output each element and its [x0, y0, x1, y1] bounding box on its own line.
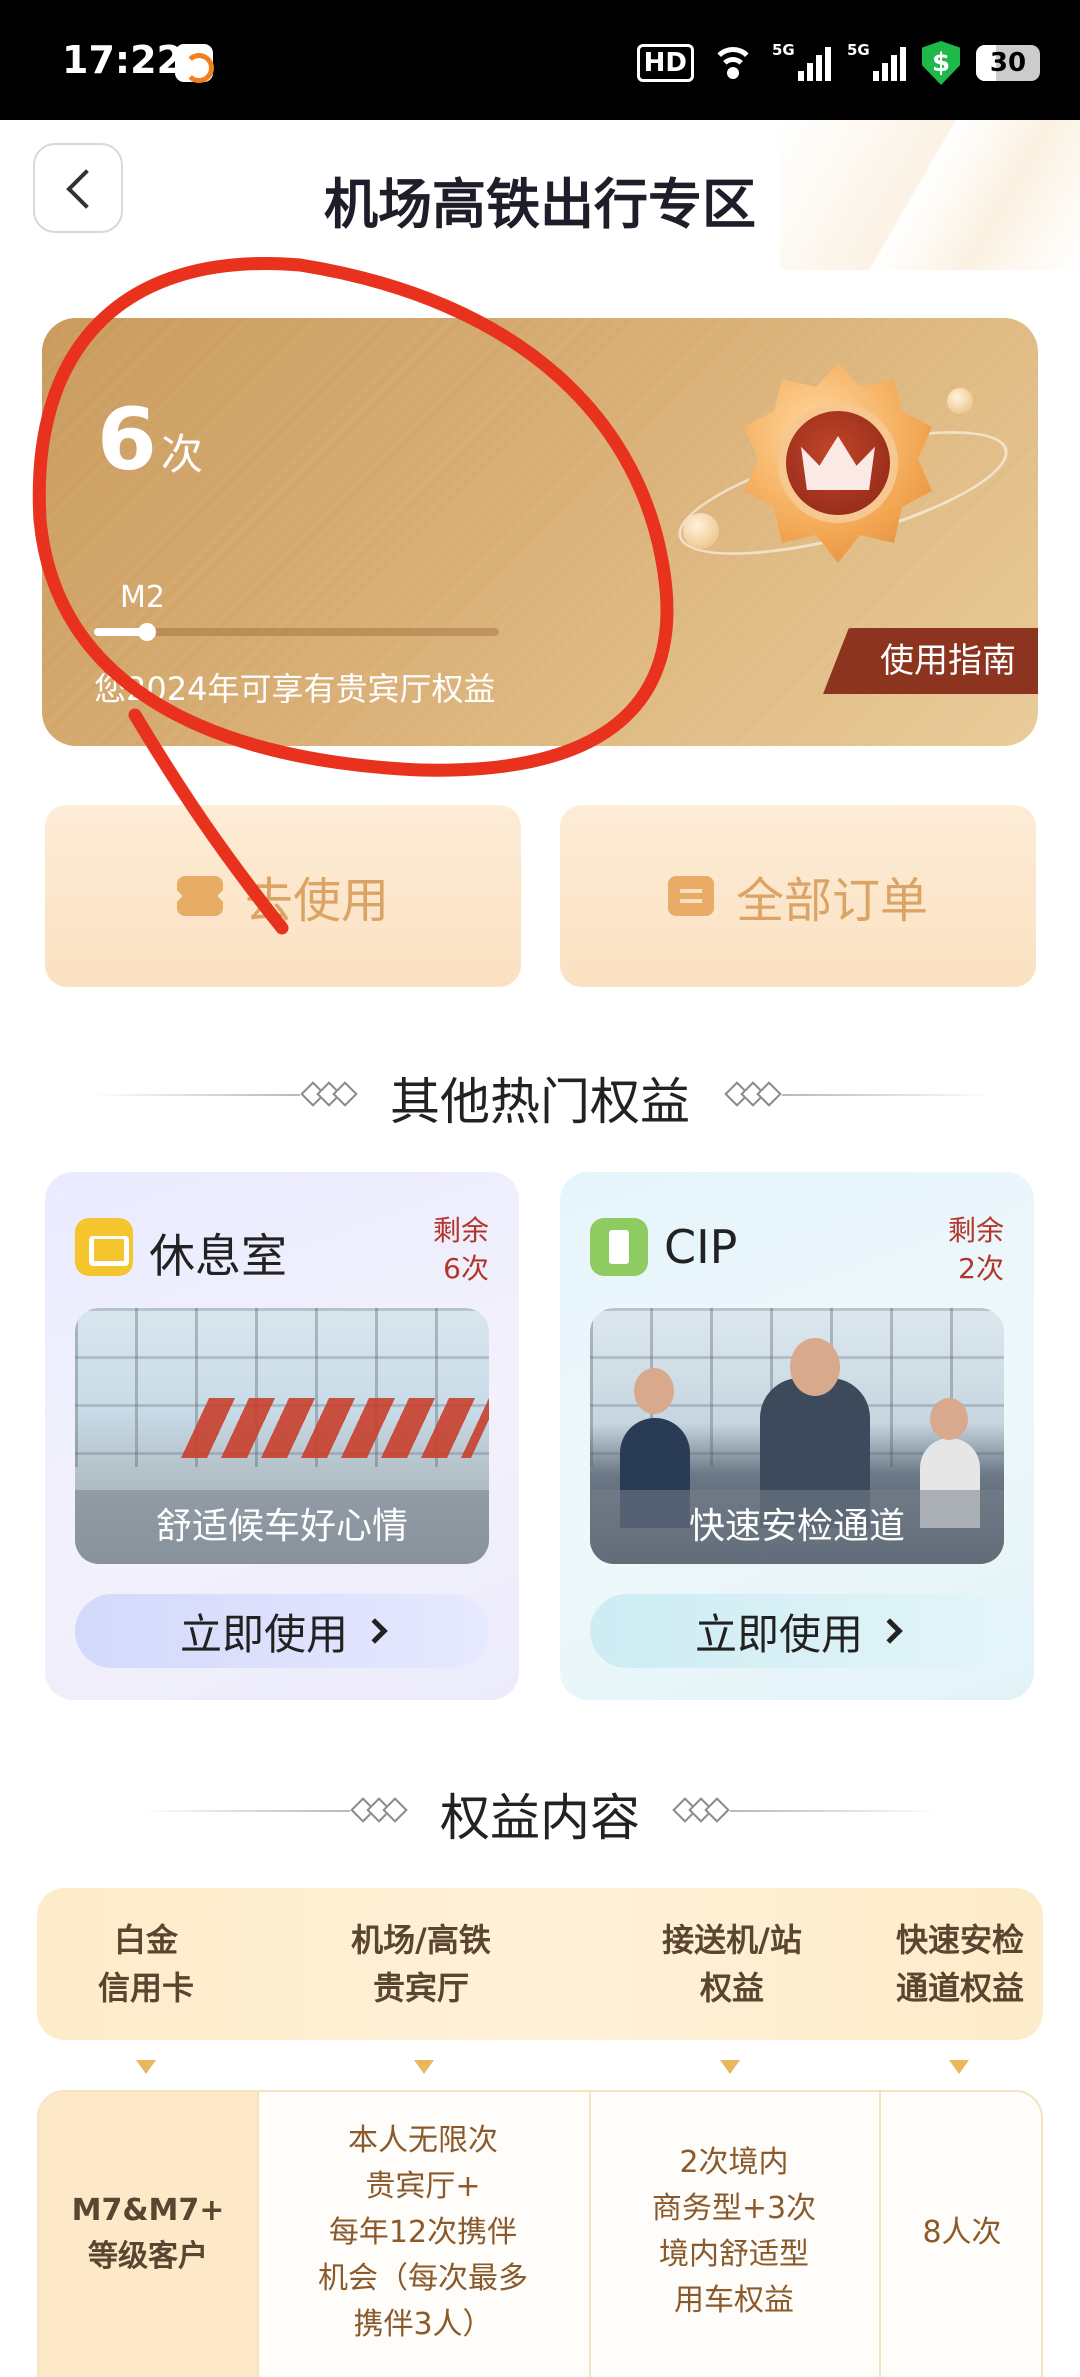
membership-card: 6次 M2 您2024年可享有贵宾厅权益 使用指南: [42, 318, 1038, 746]
all-orders-label: 全部订单: [735, 873, 928, 929]
column-header: 白金 信用卡: [97, 1921, 194, 2007]
card-description: 您2024年可享有贵宾厅权益: [94, 670, 496, 708]
chevron-right-icon: [877, 1618, 903, 1644]
app-notification-icon: [175, 44, 214, 83]
remaining-count: 6次: [97, 390, 203, 490]
remaining-badge: 剩余 2次: [947, 1214, 1004, 1285]
security-shield-icon: $: [922, 41, 960, 85]
benefit-card-cip[interactable]: CIP 剩余 2次 快速安检通道 立即使用: [560, 1172, 1034, 1700]
signal-icon: 5G: [772, 41, 831, 81]
photo-caption: 快速安检通道: [590, 1490, 1004, 1564]
photo-caption: 舒适候车好心情: [75, 1490, 489, 1564]
status-time: 17:22: [62, 38, 183, 82]
page-header: 机场高铁出行专区: [0, 120, 1080, 270]
count-unit: 次: [160, 430, 203, 479]
caret-down-icon: [720, 2060, 740, 2074]
order-list-icon: [667, 876, 714, 916]
section-divider: [730, 1810, 940, 1812]
use-now-button[interactable]: 立即使用: [75, 1594, 489, 1668]
go-use-button[interactable]: 去使用: [45, 805, 521, 987]
wifi-icon: [710, 45, 756, 81]
remaining-badge: 剩余 6次: [432, 1214, 489, 1285]
level-progress-marker: [137, 623, 156, 641]
caret-down-icon: [136, 2060, 156, 2074]
count-number: 6: [97, 390, 157, 490]
lounge-sofa-icon: [75, 1218, 133, 1276]
column-header: 快速安检 通道权益: [895, 1921, 1024, 2007]
rights-table-header: 白金 信用卡 机场/高铁 贵宾厅 接送机/站 权益 快速安检 通道权益: [37, 1888, 1043, 2040]
cip-photo: 快速安检通道: [590, 1308, 1004, 1564]
usage-guide-button[interactable]: 使用指南: [823, 628, 1038, 694]
table-cell-lounge: 本人无限次 贵宾厅+ 每年12次携伴 机会（每次最多 携伴3人）: [318, 2123, 528, 2342]
signal-icon: 5G: [847, 41, 906, 81]
hd-icon: HD: [636, 44, 694, 82]
all-orders-button[interactable]: 全部订单: [560, 805, 1036, 987]
diamond-ornament-icon: [672, 1797, 730, 1823]
section-title-hot-benefits: 其他热门权益: [390, 1073, 690, 1131]
diamond-ornament-icon: [724, 1081, 782, 1107]
benefit-name: CIP: [664, 1220, 738, 1274]
status-bar: 17:22 HD 5G 5G $ 30: [0, 0, 1080, 120]
column-header: 接送机/站 权益: [662, 1921, 802, 2007]
level-label: M2: [120, 580, 165, 615]
caret-down-icon: [414, 2060, 434, 2074]
go-use-label: 去使用: [244, 873, 389, 929]
level-progress-bar: [94, 623, 499, 641]
ticket-icon: [176, 876, 223, 916]
section-title-rights: 权益内容: [440, 1789, 640, 1847]
cip-gate-icon: [590, 1218, 648, 1276]
status-indicators: HD 5G 5G $ 30: [636, 40, 1040, 86]
benefit-name: 休息室: [149, 1229, 287, 1283]
use-now-label: 立即使用: [694, 1609, 863, 1659]
chevron-right-icon: [362, 1618, 388, 1644]
table-cell-fast-security: 8人次: [922, 2215, 1002, 2250]
battery-icon: 30: [976, 45, 1040, 81]
crown-badge-icon: [667, 338, 1019, 588]
table-cell-transfer: 2次境内 商务型+3次 境内舒适型 用车权益: [651, 2145, 817, 2318]
column-header: 机场/高铁 贵宾厅: [351, 1921, 491, 2007]
rights-table-row: M7&M7+ 等级客户 本人无限次 贵宾厅+ 每年12次携伴 机会（每次最多 携伴3人） …: [37, 2090, 1043, 2377]
use-now-button[interactable]: 立即使用: [590, 1594, 1004, 1668]
section-divider: [782, 1094, 992, 1096]
caret-down-icon: [949, 2060, 969, 2074]
benefit-card-lounge[interactable]: 休息室 剩余 6次 舒适候车好心情 立即使用: [45, 1172, 519, 1700]
lounge-photo: 舒适候车好心情: [75, 1308, 489, 1564]
use-now-label: 立即使用: [179, 1609, 348, 1659]
page-title: 机场高铁出行专区: [324, 173, 756, 236]
table-cell-customer-level: M7&M7+ 等级客户: [71, 2193, 225, 2274]
